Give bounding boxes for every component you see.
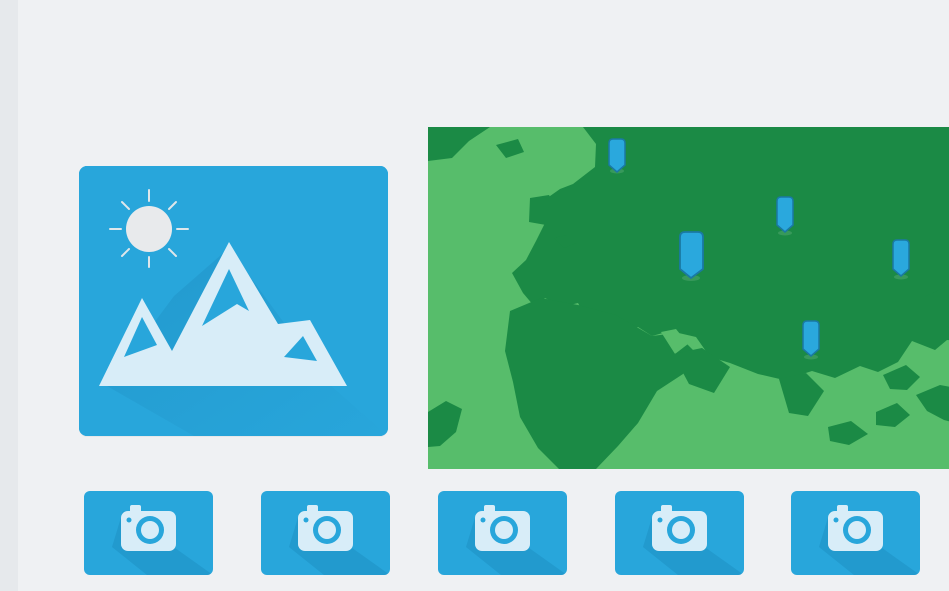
camera-icon xyxy=(819,505,920,575)
camera-tile-3[interactable] xyxy=(438,491,567,575)
camera-icon xyxy=(289,505,390,575)
camera-icon xyxy=(643,505,744,575)
camera-tile-2[interactable] xyxy=(261,491,390,575)
gallery-panel xyxy=(18,0,949,591)
world-map[interactable] xyxy=(428,127,949,469)
mountain-image-icon xyxy=(79,166,388,436)
camera-tile-1[interactable] xyxy=(84,491,213,575)
image-placeholder-tile[interactable] xyxy=(79,166,388,436)
camera-tile-5[interactable] xyxy=(791,491,920,575)
world-map-graphic xyxy=(428,127,949,469)
camera-tile-4[interactable] xyxy=(615,491,744,575)
camera-tile-row xyxy=(84,491,924,579)
camera-icon xyxy=(466,505,567,575)
camera-icon xyxy=(112,505,213,575)
